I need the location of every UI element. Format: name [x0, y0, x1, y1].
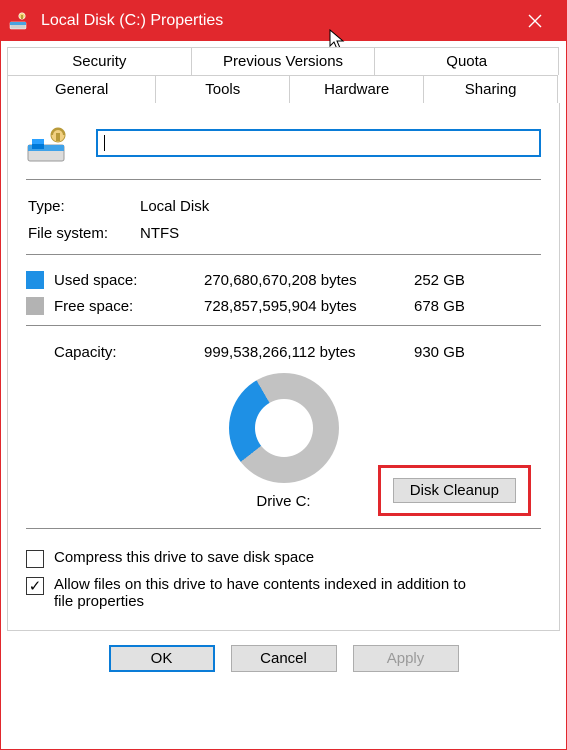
fs-value: NTFS [140, 221, 539, 246]
capacity-row: Capacity: 999,538,266,112 bytes 930 GB [26, 338, 541, 367]
tab-previous-versions[interactable]: Previous Versions [191, 47, 376, 75]
tab-general[interactable]: General [7, 75, 156, 103]
volume-label-input[interactable] [96, 129, 541, 157]
drive-large-icon [26, 121, 74, 165]
fs-label: File system: [28, 221, 138, 246]
free-bytes: 728,857,595,904 bytes [204, 298, 414, 315]
divider [26, 254, 541, 255]
free-gb: 678 GB [414, 298, 541, 315]
tab-tools[interactable]: Tools [155, 75, 290, 103]
ok-button[interactable]: OK [109, 645, 215, 672]
free-swatch-icon [26, 297, 44, 315]
titlebar: Local Disk (C:) Properties [1, 1, 566, 41]
used-swatch-icon [26, 271, 44, 289]
general-pane: Type: Local Disk File system: NTFS Used … [7, 103, 560, 631]
used-space-row: Used space: 270,680,670,208 bytes 252 GB [26, 267, 541, 293]
close-button[interactable] [512, 1, 558, 41]
usage-chart: Drive C: Disk Cleanup [26, 373, 541, 510]
capacity-gb: 930 GB [414, 344, 465, 361]
type-label: Type: [28, 194, 138, 219]
drive-info: Type: Local Disk File system: NTFS [26, 192, 541, 248]
checkbox-icon[interactable] [26, 550, 44, 568]
drive-caption: Drive C: [256, 493, 310, 510]
disk-cleanup-highlight: Disk Cleanup [378, 465, 531, 516]
free-space-row: Free space: 728,857,595,904 bytes 678 GB [26, 293, 541, 319]
tab-hardware[interactable]: Hardware [289, 75, 424, 103]
compress-checkbox-row[interactable]: Compress this drive to save disk space [26, 549, 541, 568]
disk-cleanup-button[interactable]: Disk Cleanup [393, 478, 516, 503]
apply-button[interactable]: Apply [353, 645, 459, 672]
index-checkbox-row[interactable]: ✓ Allow files on this drive to have cont… [26, 576, 541, 610]
tab-sharing[interactable]: Sharing [423, 75, 558, 103]
dialog-buttons: OK Cancel Apply [7, 631, 560, 688]
free-label: Free space: [54, 298, 204, 315]
capacity-bytes: 999,538,266,112 bytes [204, 344, 414, 361]
type-value: Local Disk [140, 194, 539, 219]
window-title: Local Disk (C:) Properties [41, 12, 223, 30]
donut-icon [229, 373, 339, 483]
drive-icon [9, 10, 31, 32]
cancel-button[interactable]: Cancel [231, 645, 337, 672]
capacity-label: Capacity: [26, 344, 204, 361]
compress-label: Compress this drive to save disk space [54, 549, 314, 566]
tab-row-front: General Tools Hardware Sharing [7, 75, 560, 103]
tab-row-back: Security Previous Versions Quota [7, 47, 560, 75]
divider [26, 325, 541, 326]
used-bytes: 270,680,670,208 bytes [204, 272, 414, 289]
tab-security[interactable]: Security [7, 47, 192, 75]
used-gb: 252 GB [414, 272, 541, 289]
checkbox-icon[interactable]: ✓ [26, 577, 44, 595]
divider [26, 179, 541, 180]
index-label: Allow files on this drive to have conten… [54, 576, 484, 610]
divider [26, 528, 541, 529]
tab-quota[interactable]: Quota [374, 47, 559, 75]
used-label: Used space: [54, 272, 204, 289]
